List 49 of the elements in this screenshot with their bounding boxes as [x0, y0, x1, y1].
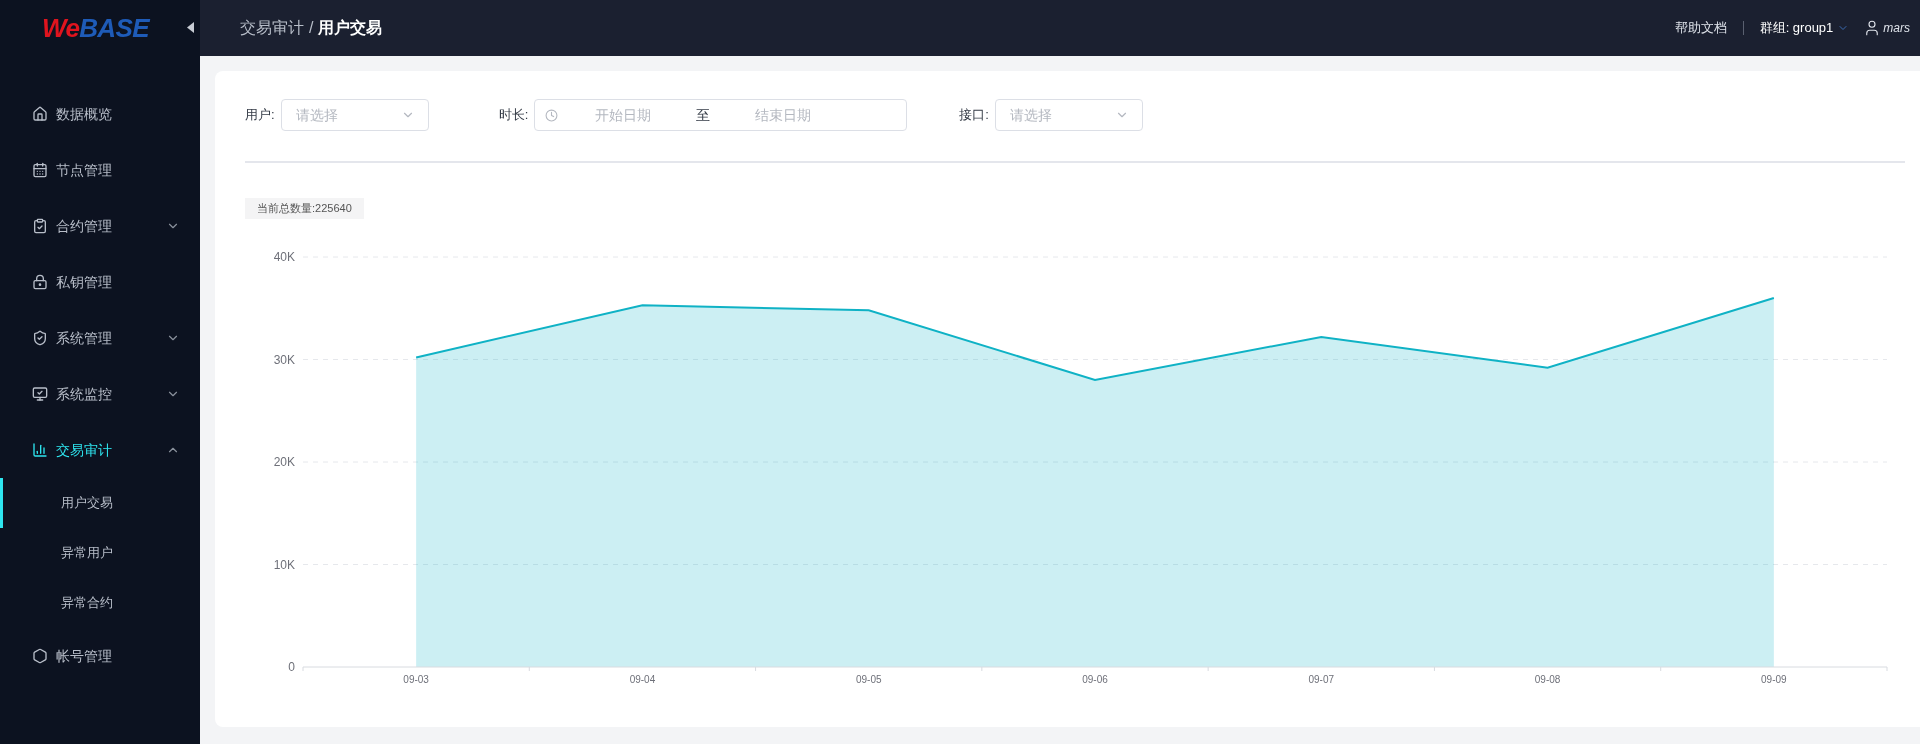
- end-date-input[interactable]: 结束日期: [718, 104, 849, 126]
- submenu-item[interactable]: 异常用户: [0, 528, 200, 578]
- lock-icon: [32, 274, 48, 290]
- menu-item[interactable]: 节点管理: [0, 142, 200, 198]
- y-axis-label: 0: [288, 660, 295, 674]
- home-icon: [32, 106, 48, 122]
- menu-item[interactable]: 交易审计: [0, 422, 200, 478]
- group-dropdown[interactable]: 群组: group1: [1759, 18, 1850, 38]
- x-axis-label: 09-07: [1308, 674, 1335, 685]
- collapse-icon[interactable]: [187, 22, 194, 33]
- menu-item[interactable]: 数据概览: [0, 86, 200, 142]
- monitor-icon: [32, 386, 48, 402]
- calendar-icon: [32, 162, 48, 178]
- y-axis-label: 40K: [273, 250, 295, 264]
- menu-item[interactable]: 私钥管理: [0, 254, 200, 310]
- x-axis-label: 09-05: [855, 674, 882, 685]
- bar-chart-icon: [32, 442, 48, 458]
- user-menu[interactable]: mars: [1863, 19, 1910, 37]
- x-axis-label: 09-04: [629, 674, 656, 685]
- date-range-field[interactable]: 开始日期 至 结束日期: [534, 99, 908, 131]
- x-axis-label: 09-03: [403, 674, 429, 685]
- breadcrumb-item[interactable]: 交易审计: [240, 16, 304, 40]
- submenu-item[interactable]: 异常合约: [0, 578, 200, 628]
- clock-icon: [545, 108, 559, 122]
- x-axis-label: 09-09: [1761, 674, 1787, 685]
- help-link[interactable]: 帮助文档: [1674, 18, 1727, 38]
- hexagon-icon: [32, 648, 48, 664]
- x-axis-label: 09-08: [1534, 674, 1561, 685]
- menu-item[interactable]: 帐号管理: [0, 628, 200, 684]
- clipboard-icon: [32, 218, 48, 234]
- total-count: 当前总数量:225640: [245, 198, 364, 219]
- menu-item[interactable]: 系统监控: [0, 366, 200, 422]
- select-field[interactable]: 请选择: [280, 99, 429, 131]
- logo: WeBASE: [42, 11, 149, 45]
- y-axis-label: 20K: [273, 455, 295, 469]
- y-axis-label: 10K: [273, 557, 295, 572]
- filter-label: 接口:: [959, 106, 989, 125]
- x-axis-label: 09-06: [1082, 674, 1108, 685]
- filter-label: 用户:: [245, 106, 275, 125]
- breadcrumb-item: /: [309, 18, 314, 38]
- filter-label: 时长:: [498, 106, 529, 125]
- y-axis-label: 30K: [273, 352, 295, 367]
- range-separator: 至: [695, 105, 712, 125]
- breadcrumb-item: 用户交易: [318, 18, 383, 38]
- start-date-input[interactable]: 开始日期: [558, 104, 689, 126]
- select-field[interactable]: 请选择: [994, 99, 1143, 131]
- shield-icon: [32, 330, 48, 346]
- menu-item[interactable]: 合约管理: [0, 198, 200, 254]
- menu-item[interactable]: 系统管理: [0, 310, 200, 366]
